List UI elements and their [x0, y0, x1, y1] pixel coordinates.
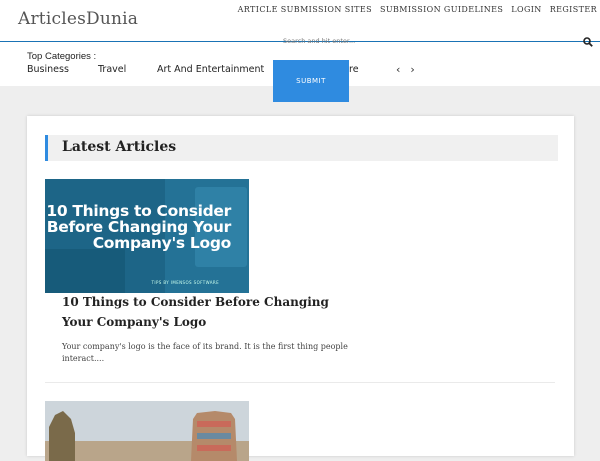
article-title[interactable]: 10 Things to Consider Before Changing Yo…	[62, 292, 362, 332]
category-travel[interactable]: Travel	[98, 64, 157, 75]
section-title: Latest Articles	[62, 139, 177, 155]
categories-title: Top Categories :	[27, 51, 97, 62]
site-logo[interactable]: ArticlesDunia	[18, 9, 138, 29]
search-input[interactable]	[283, 32, 395, 50]
category-business[interactable]: Business	[27, 64, 98, 75]
nav-submission-guidelines[interactable]: SUBMISSION GUIDELINES	[380, 5, 503, 14]
article-image[interactable]: 10 Things to Consider Before Changing Yo…	[45, 179, 249, 293]
article-image-credit: TIPS BY IMENSOS SOFTWARE	[151, 280, 219, 285]
top-navigation: ARTICLE SUBMISSION SITES SUBMISSION GUID…	[238, 5, 597, 14]
article-image-caption: 10 Things to Consider Before Changing Yo…	[46, 202, 231, 252]
search-icon[interactable]	[583, 37, 593, 47]
chevron-right-icon[interactable]: ›	[410, 63, 414, 76]
article-image-2[interactable]	[45, 401, 249, 461]
temple-image	[45, 401, 249, 461]
latest-articles-panel: Latest Articles 10 Things to Consider Be…	[27, 116, 574, 461]
article-excerpt: Your company's logo is the face of its b…	[62, 342, 348, 363]
submit-button[interactable]: SUBMIT	[273, 60, 349, 102]
section-header: Latest Articles	[45, 135, 558, 161]
nav-login[interactable]: LOGIN	[511, 5, 541, 14]
article-separator	[45, 382, 555, 383]
nav-register[interactable]: REGISTER	[550, 5, 597, 14]
nav-article-submission-sites[interactable]: ARTICLE SUBMISSION SITES	[238, 5, 372, 14]
search-dropdown: SUBMIT	[273, 29, 399, 103]
